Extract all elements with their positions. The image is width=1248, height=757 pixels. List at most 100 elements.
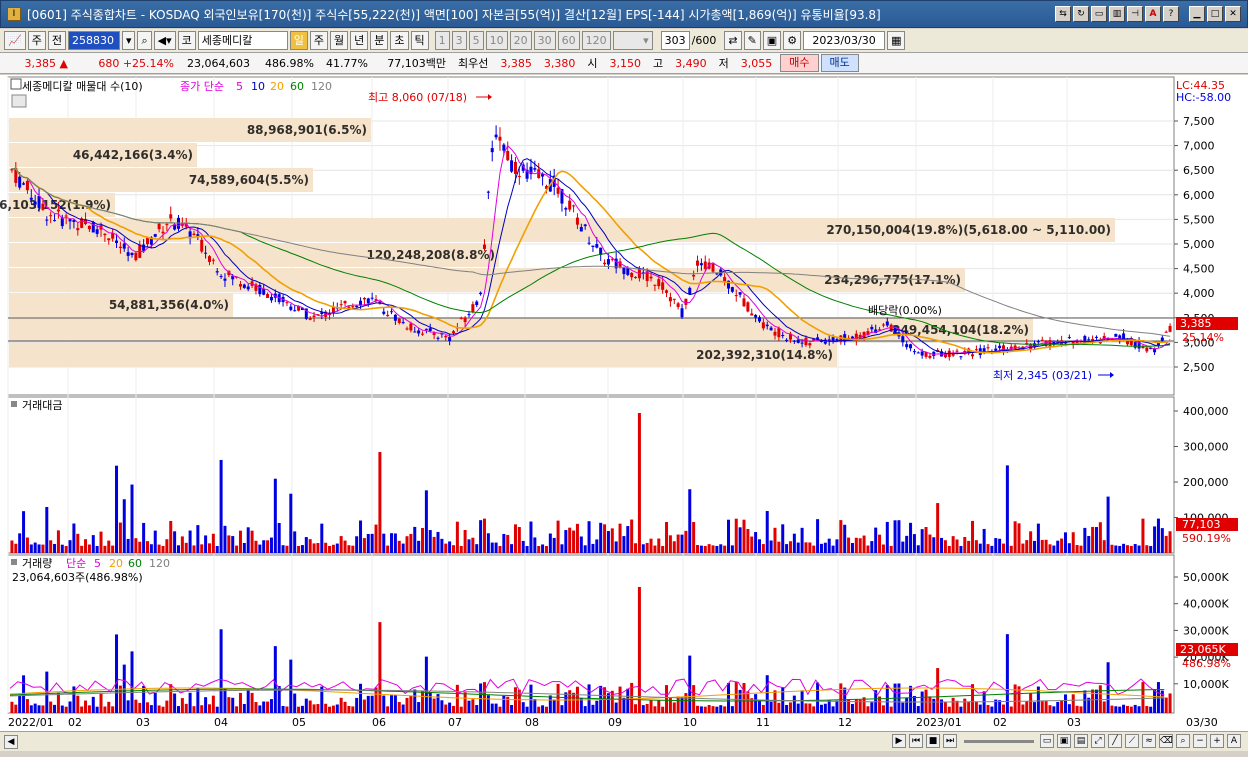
- interval-30-button[interactable]: 30: [533, 31, 556, 50]
- scroll-left-icon[interactable]: ◀: [4, 734, 18, 749]
- candle-body: [792, 340, 796, 342]
- eraser-icon[interactable]: ⌫: [1159, 734, 1173, 748]
- view-toggle-icon[interactable]: ▭: [1040, 734, 1054, 748]
- candle-body: [765, 324, 769, 327]
- candle-body: [424, 328, 428, 330]
- play-icon[interactable]: ▶: [892, 734, 906, 748]
- candle-body: [142, 244, 146, 251]
- amount-bar: [498, 545, 502, 553]
- period-week-button[interactable]: 주: [309, 31, 329, 50]
- code-dropdown-icon[interactable]: ▾: [121, 31, 136, 50]
- chart-area[interactable]: 88,968,901(6.5%) 46,442,166(3.4%) 74,589,6…: [0, 75, 1248, 757]
- volume-bar: [657, 700, 661, 713]
- period-select[interactable]: 주: [27, 31, 46, 50]
- amount-bar: [122, 499, 126, 553]
- interval-120-button[interactable]: 120: [581, 31, 611, 50]
- split-icon[interactable]: ▥: [1109, 6, 1125, 22]
- candle-body: [467, 314, 471, 316]
- chart-toolbar: 📈 주 전 258830 ▾ ⌕ ◀▾ 코 세종메디칼 일 주 월 년 분 초 …: [0, 29, 1248, 53]
- period-minute-button[interactable]: 분: [370, 31, 389, 50]
- compare-icon[interactable]: ▤: [1074, 734, 1088, 748]
- period-day-button[interactable]: 일: [289, 31, 308, 50]
- zoom-slider[interactable]: [964, 739, 1034, 743]
- interval-custom-select[interactable]: ▾: [612, 31, 653, 50]
- draw-line-icon[interactable]: ╱: [1108, 734, 1122, 748]
- amount-bar: [293, 531, 297, 553]
- sell-button[interactable]: 매도: [820, 54, 859, 72]
- interval-5-button[interactable]: 5: [468, 31, 484, 50]
- chart-scrollbar[interactable]: ◀ ▶ ⏮ ■ ⏭ ▭ ▣ ▤ ⤢ ╱ ⟋ ≈ ⌫ ⌕ − + A: [0, 731, 1248, 751]
- zoom-in-icon[interactable]: +: [1210, 734, 1224, 748]
- volume-bar: [273, 646, 277, 713]
- candle-body: [665, 290, 669, 293]
- overlay-icon[interactable]: ▣: [1057, 734, 1071, 748]
- stock-chart[interactable]: 88,968,901(6.5%) 46,442,166(3.4%) 74,589,6…: [0, 75, 1248, 731]
- period-tick-button[interactable]: 틱: [410, 31, 429, 50]
- help-icon[interactable]: ?: [1163, 6, 1179, 22]
- period-second-button[interactable]: 초: [390, 31, 409, 50]
- candle-body: [386, 314, 390, 317]
- stock-code-input[interactable]: 258830: [67, 31, 120, 50]
- month-label: 2022/01: [8, 716, 54, 729]
- minimize-button[interactable]: ▁: [1189, 6, 1205, 22]
- volume-bar: [10, 701, 14, 713]
- date-field[interactable]: 2023/03/30: [803, 31, 886, 50]
- open-label: 시: [587, 57, 598, 70]
- price-tick-label: 4,500: [1183, 263, 1215, 276]
- period-month-button[interactable]: 월: [330, 31, 349, 50]
- up-arrow-icon: ▲: [59, 56, 68, 70]
- tool-draw-icon[interactable]: ✎: [743, 31, 761, 50]
- zoom-out-icon[interactable]: −: [1193, 734, 1207, 748]
- stock-name-field[interactable]: 세종메디칼: [197, 31, 288, 50]
- zoom-icon[interactable]: ⌕: [1176, 734, 1190, 748]
- scale-icon[interactable]: ⤢: [1091, 734, 1105, 748]
- chart-type-icon[interactable]: 📈: [4, 31, 26, 50]
- month-label: 02: [993, 716, 1007, 729]
- volume-panel-icon[interactable]: [11, 559, 17, 565]
- interval-3-button[interactable]: 3: [451, 31, 467, 50]
- close-button[interactable]: ✕: [1225, 6, 1241, 22]
- tool-arrows-icon[interactable]: ⇄: [724, 31, 742, 50]
- font-icon[interactable]: A: [1145, 6, 1161, 22]
- window-mode-icon[interactable]: ▭: [1091, 6, 1107, 22]
- pin-icon[interactable]: ⊣: [1127, 6, 1143, 22]
- stop-icon[interactable]: ■: [926, 734, 940, 748]
- interval-20-button[interactable]: 20: [509, 31, 532, 50]
- amount-bar: [393, 533, 397, 553]
- amount-bar: [227, 535, 231, 553]
- font-size-icon[interactable]: A: [1227, 734, 1241, 748]
- interval-1-button[interactable]: 1: [434, 31, 450, 50]
- amount-panel-icon[interactable]: [11, 401, 17, 407]
- period-year-button[interactable]: 년: [350, 31, 369, 50]
- grid-toggle-icon[interactable]: [11, 94, 27, 108]
- refresh-icon[interactable]: ↻: [1073, 6, 1089, 22]
- panel-settings-icon[interactable]: [10, 78, 22, 90]
- volume-bar: [1079, 706, 1083, 713]
- candle-body: [626, 268, 630, 275]
- amount-bar: [901, 541, 905, 553]
- search-icon[interactable]: ⌕: [137, 31, 152, 50]
- volume-bar: [467, 700, 471, 713]
- step-forward-icon[interactable]: ⏭: [943, 734, 957, 748]
- amount-bar: [219, 459, 223, 553]
- fib-icon[interactable]: ≈: [1142, 734, 1156, 748]
- settings-icon[interactable]: ⚙: [783, 31, 802, 50]
- volume-bar: [699, 706, 703, 713]
- link-icon[interactable]: ⇆: [1055, 6, 1071, 22]
- count-field[interactable]: 303: [660, 31, 690, 50]
- calendar-icon[interactable]: ▦: [887, 31, 906, 50]
- maximize-button[interactable]: □: [1207, 6, 1223, 22]
- save-icon[interactable]: ▣: [762, 31, 782, 50]
- speaker-icon[interactable]: ◀▾: [153, 31, 176, 50]
- interval-10-button[interactable]: 10: [485, 31, 508, 50]
- candle-body: [33, 201, 37, 205]
- volume-bar: [1106, 662, 1110, 713]
- amount-bar: [471, 537, 475, 553]
- trend-icon[interactable]: ⟋: [1125, 734, 1139, 748]
- amount-bar: [157, 544, 161, 553]
- interval-60-button[interactable]: 60: [557, 31, 580, 50]
- prev-button[interactable]: 전: [47, 31, 66, 50]
- buy-button[interactable]: 매수: [780, 54, 819, 72]
- step-back-icon[interactable]: ⏮: [909, 734, 923, 748]
- amount-bar: [328, 545, 332, 553]
